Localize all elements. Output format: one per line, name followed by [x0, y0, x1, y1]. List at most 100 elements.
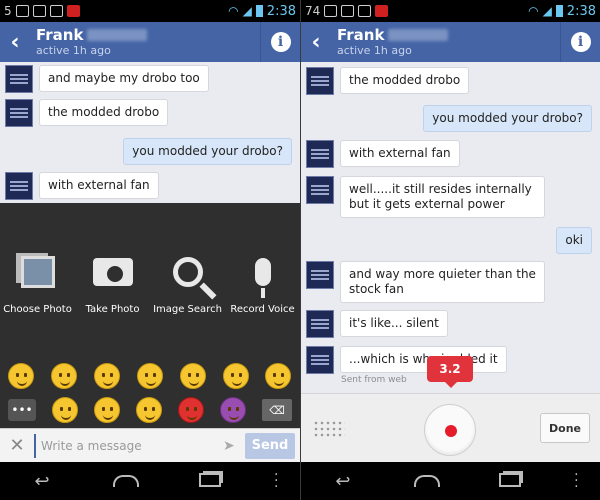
message-row: well.....it still resides internally but… — [301, 176, 600, 218]
message-row: and way more quieter than the stock fan — [301, 261, 600, 303]
status-time: 2:38 — [566, 3, 596, 19]
gmail-notification-icon — [341, 5, 355, 17]
smile-emoji-icon[interactable] — [8, 363, 35, 389]
message-row: and maybe my drobo too — [0, 65, 300, 93]
avatar[interactable] — [306, 346, 334, 374]
message-row: the modded drobo — [0, 99, 300, 127]
contact-title[interactable]: Frank active 1h ago — [331, 26, 560, 58]
message-row: the modded drobo — [301, 67, 600, 95]
battery-icon — [555, 5, 563, 17]
recents-nav-icon[interactable] — [490, 471, 530, 492]
notification-count: 74 — [305, 4, 321, 18]
info-icon: i — [270, 32, 291, 52]
avatar[interactable] — [306, 67, 334, 95]
photos-icon — [20, 256, 55, 288]
message-input[interactable]: Write a message — [34, 433, 223, 458]
message-row: oki — [301, 227, 600, 254]
message-row: you modded your drobo? — [301, 105, 600, 132]
home-nav-icon[interactable] — [407, 471, 447, 492]
voice-recorder-bar: Done — [301, 393, 600, 462]
image-notification-icon — [324, 5, 338, 17]
info-button[interactable]: i — [260, 22, 300, 62]
avatar[interactable] — [5, 65, 33, 93]
screenshot-composite: 5 ◠ ◢ 2:38 ‹ Frank active 1h ago i and m… — [0, 0, 600, 500]
record-voice-button[interactable]: Record Voice — [225, 248, 300, 315]
surprised-emoji-icon[interactable] — [136, 363, 163, 389]
message-bubble: it's like... silent — [340, 310, 448, 337]
sent-from-label: Sent from web — [341, 375, 407, 385]
contact-name: Frank — [36, 26, 260, 44]
wink-emoji-icon[interactable] — [51, 363, 78, 389]
location-arrow-icon[interactable]: ➤ — [223, 438, 245, 454]
message-row: with external fan — [0, 172, 300, 200]
back-nav-icon[interactable]: ↩ — [323, 471, 363, 492]
take-photo-button[interactable]: Take Photo — [75, 248, 150, 315]
battery-icon — [255, 5, 263, 17]
contact-name: Frank — [337, 26, 560, 44]
home-nav-icon[interactable] — [106, 471, 146, 492]
contact-title[interactable]: Frank active 1h ago — [30, 26, 260, 58]
close-attachments-button[interactable]: ✕ — [0, 435, 34, 456]
kiss-emoji-icon[interactable] — [94, 363, 121, 389]
done-button[interactable]: Done — [540, 413, 590, 443]
emoji-row: ••• ⌫ — [0, 397, 300, 423]
overflow-menu-icon[interactable]: · · · — [274, 468, 278, 494]
conversation-header: ‹ Frank active 1h ago i — [0, 22, 300, 62]
signal-icon: ◢ — [242, 4, 252, 18]
option-label: Record Voice — [230, 304, 295, 315]
microphone-icon — [254, 258, 271, 298]
message-bubble: oki — [556, 227, 592, 254]
back-nav-icon[interactable]: ↩ — [22, 471, 62, 492]
keyboard-toggle-icon[interactable] — [313, 420, 345, 438]
email-notification-icon — [49, 5, 63, 17]
android-nav-bar: ↩ · · · — [301, 462, 600, 500]
conversation-header: ‹ Frank active 1h ago i — [301, 22, 600, 62]
wifi-icon: ◠ — [528, 4, 539, 18]
message-row: with external fan — [301, 140, 600, 168]
avatar[interactable] — [306, 261, 334, 289]
recents-nav-icon[interactable] — [190, 471, 230, 492]
send-button[interactable]: Send — [245, 432, 295, 459]
message-bubble: the modded drobo — [39, 99, 169, 126]
message-row: you modded your drobo? — [0, 138, 300, 165]
redacted-surname — [388, 29, 449, 41]
avatar[interactable] — [306, 176, 334, 204]
message-bubble: well.....it still resides internally but… — [340, 176, 545, 218]
angry-emoji-icon[interactable] — [178, 397, 204, 423]
info-button[interactable]: i — [560, 22, 600, 62]
email-notification-icon — [358, 5, 372, 17]
chevron-left-icon: ‹ — [10, 29, 20, 55]
chevron-left-icon: ‹ — [311, 29, 321, 55]
overflow-menu-icon[interactable]: · · · — [574, 468, 578, 494]
crying-emoji-icon[interactable] — [94, 397, 120, 423]
more-emoji-button[interactable]: ••• — [8, 399, 36, 421]
unamused-emoji-icon[interactable] — [265, 363, 292, 389]
image-search-button[interactable]: Image Search — [150, 248, 225, 315]
avatar[interactable] — [306, 140, 334, 168]
laughing-tears-emoji-icon[interactable] — [136, 397, 162, 423]
record-button[interactable] — [424, 404, 476, 456]
back-button[interactable]: ‹ — [0, 22, 30, 62]
contact-status: active 1h ago — [36, 43, 111, 57]
attachment-panel: Choose Photo Take Photo Image Search Rec… — [0, 203, 300, 428]
grin-emoji-icon[interactable] — [179, 363, 206, 389]
wifi-icon: ◠ — [228, 4, 239, 18]
message-bubble: with external fan — [340, 140, 460, 167]
avatar[interactable] — [5, 99, 33, 127]
notification-count: 5 — [4, 4, 12, 18]
avatar[interactable] — [5, 172, 33, 200]
magnifier-icon — [172, 257, 203, 287]
composer-bar: ✕ Write a message ➤ Send — [0, 428, 300, 462]
redacted-surname — [87, 29, 148, 41]
smirk-emoji-icon[interactable] — [52, 397, 78, 423]
tongue-emoji-icon[interactable] — [222, 363, 249, 389]
message-bubble: ...which is why i added it — [340, 346, 507, 373]
choose-photo-button[interactable]: Choose Photo — [0, 248, 75, 315]
backspace-button[interactable]: ⌫ — [262, 399, 292, 421]
avatar[interactable] — [306, 310, 334, 338]
right-screen: 74 ◠ ◢ 2:38 ‹ Frank active 1h ago i the … — [300, 0, 600, 500]
message-bubble: the modded drobo — [340, 67, 470, 94]
devil-emoji-icon[interactable] — [220, 397, 246, 423]
option-label: Image Search — [153, 304, 222, 315]
back-button[interactable]: ‹ — [301, 22, 331, 62]
